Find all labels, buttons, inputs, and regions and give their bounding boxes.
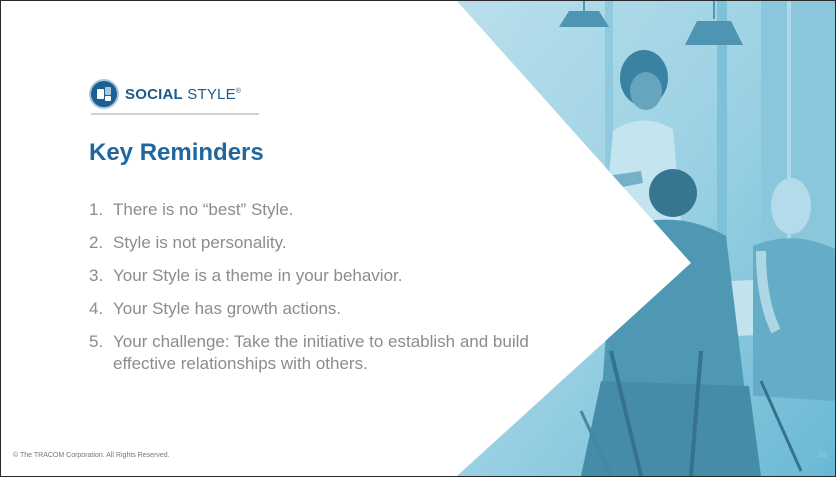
list-item-text: Your Style has growth actions. [113,299,342,318]
list-item-text: There is no “best” Style. [113,200,294,219]
slide: SOCIAL STYLE® Key Reminders 1. There is n… [0,0,836,477]
list-item: 5. Your challenge: Take the initiative to… [89,331,569,375]
copyright-footer: © The TRACOM Corporation. All Rights Res… [13,452,170,459]
list-item-number: 2. [89,233,104,252]
list-item: 3. Your Style is a theme in your behavior… [89,265,569,286]
list-item-number: 1. [89,200,104,219]
slide-title: Key Reminders [89,139,264,166]
list-item-text: Your challenge: Take the initiative to e… [113,332,529,373]
list-item-number: 4. [89,299,104,318]
list-item-text: Your Style is a theme in your behavior. [113,266,403,285]
logo-brand-bold: SOCIAL [125,85,183,103]
social-style-badge-icon [89,79,119,109]
page-number: 23 [819,452,827,459]
logo-brand-light: STYLE [187,85,236,103]
list-item: 2. Style is not personality. [89,232,569,253]
list-item-number: 5. [89,332,104,351]
list-item: 4. Your Style has growth actions. [89,298,569,319]
logo-underline [91,113,259,115]
reminders-list: 1. There is no “best” Style. 2. Style is n… [89,199,569,387]
list-item-number: 3. [89,266,104,285]
list-item-text: Style is not personality. [113,233,287,252]
list-item: 1. There is no “best” Style. [89,199,569,220]
social-style-logo: SOCIAL STYLE® [89,79,241,109]
logo-wordmark: SOCIAL STYLE® [125,86,241,103]
registered-mark: ® [235,87,242,95]
